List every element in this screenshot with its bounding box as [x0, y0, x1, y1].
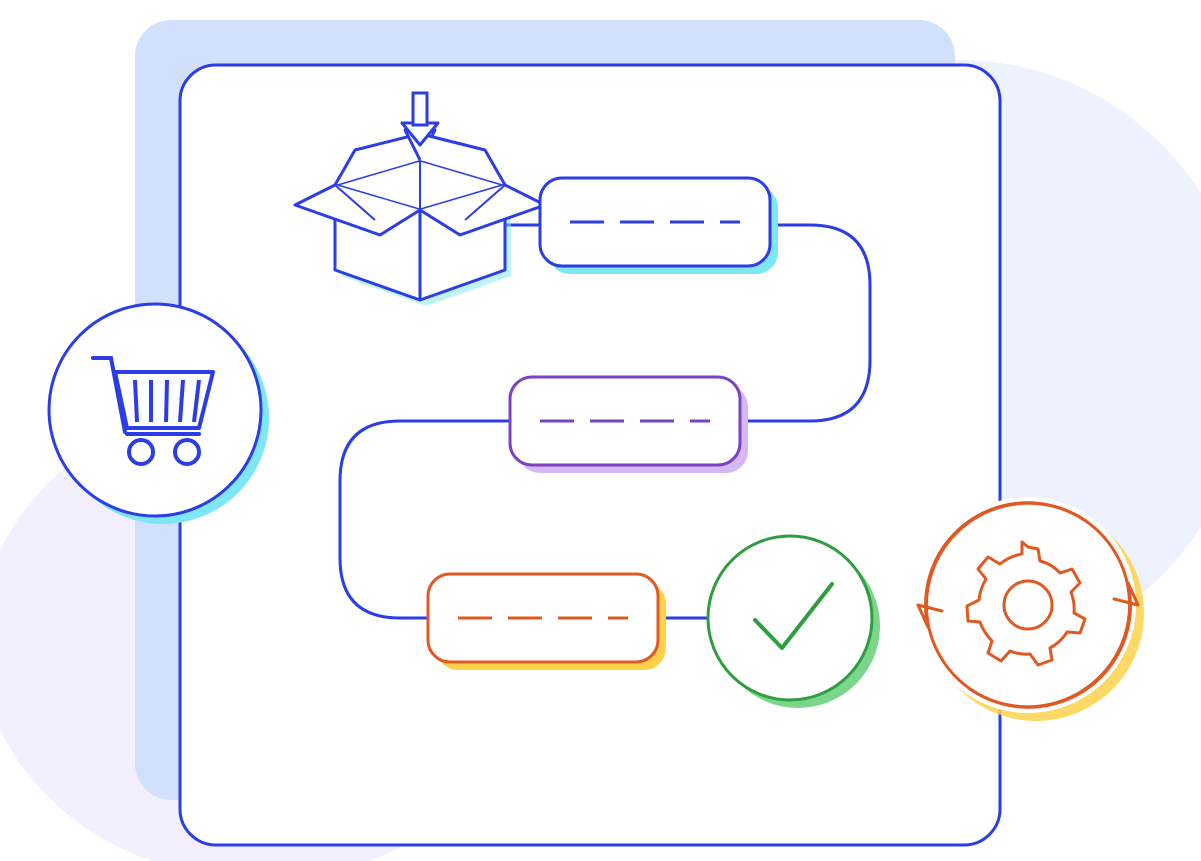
step-card-1 — [540, 178, 778, 274]
step-card-3 — [428, 574, 666, 670]
step-card-2 — [510, 377, 748, 473]
process-diagram — [0, 0, 1201, 861]
